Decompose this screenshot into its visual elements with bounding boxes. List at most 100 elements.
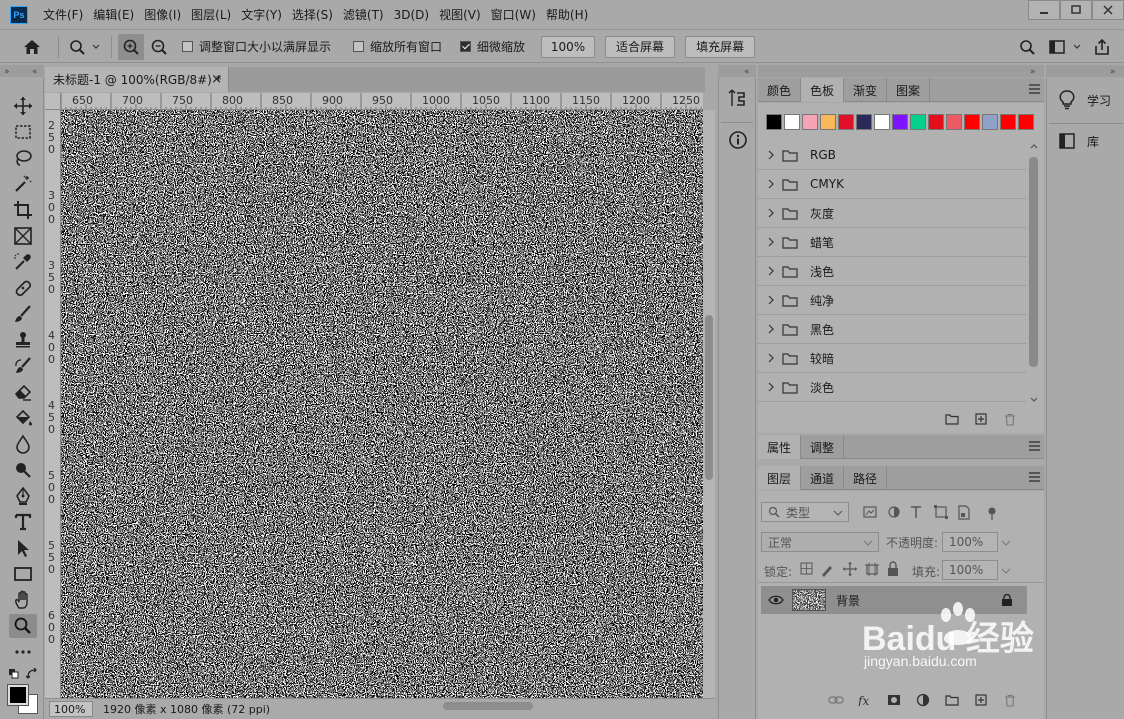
healing-brush-tool[interactable]: [9, 276, 37, 300]
brush-tool[interactable]: [9, 302, 37, 326]
tab-swatches[interactable]: 色板: [801, 78, 845, 102]
fill-field[interactable]: 100%: [942, 560, 1011, 580]
swatch-group-row[interactable]: 纯净: [758, 286, 1026, 315]
learn-panel-button[interactable]: 学习: [1047, 80, 1124, 120]
new-group-button[interactable]: [937, 413, 966, 425]
far-panel-collapse-strip[interactable]: »: [1046, 65, 1124, 77]
swatch-group-row[interactable]: RGB: [758, 141, 1026, 170]
tab-channels[interactable]: 通道: [801, 466, 845, 490]
swatches-scrollbar[interactable]: [1028, 141, 1040, 405]
blur-tool[interactable]: [9, 432, 37, 456]
color-swatch[interactable]: [802, 114, 818, 130]
tab-color[interactable]: 颜色: [758, 78, 802, 102]
edit-toolbar-button[interactable]: [9, 640, 37, 664]
menu-filter[interactable]: 滤镜(T): [338, 0, 389, 30]
paint-bucket-tool[interactable]: [9, 406, 37, 430]
opacity-field[interactable]: 100%: [942, 532, 1011, 552]
chevron-right-icon[interactable]: [766, 382, 776, 392]
minimize-button[interactable]: [1028, 0, 1060, 20]
search-button[interactable]: [1016, 34, 1038, 60]
menu-edit[interactable]: 编辑(E): [88, 0, 139, 30]
color-swatch[interactable]: [856, 114, 872, 130]
color-swatch[interactable]: [766, 114, 782, 130]
color-swatch[interactable]: [838, 114, 854, 130]
layer-style-button[interactable]: fx: [850, 694, 879, 706]
tab-layers[interactable]: 图层: [758, 466, 802, 490]
maximize-button[interactable]: [1060, 0, 1092, 20]
new-swatch-button[interactable]: [966, 413, 995, 425]
resize-windows-checkbox[interactable]: 调整窗口大小以满屏显示: [182, 38, 331, 55]
rectangle-tool[interactable]: [9, 562, 37, 586]
vertical-scrollbar[interactable]: [703, 110, 715, 698]
color-swatch[interactable]: [928, 114, 944, 130]
swatch-group-row[interactable]: 淡色: [758, 373, 1026, 402]
new-layer-button[interactable]: [966, 694, 995, 706]
magic-wand-tool[interactable]: [9, 172, 37, 196]
default-colors-button[interactable]: [8, 668, 20, 683]
marquee-tool[interactable]: [9, 120, 37, 144]
menu-file[interactable]: 文件(F): [38, 0, 88, 30]
tab-patterns[interactable]: 图案: [887, 78, 931, 102]
toolbar-collapse-strip[interactable]: » «: [0, 65, 44, 77]
swatch-group-row[interactable]: 较暗: [758, 344, 1026, 373]
zoom-percent-field[interactable]: 100%: [541, 35, 596, 58]
vertical-ruler[interactable]: 250 300 350 400 450 500 550 600: [45, 110, 61, 698]
document-tab[interactable]: 未标题-1 @ 100%(RGB/8#) * ×: [45, 67, 229, 92]
chevron-right-icon[interactable]: [766, 295, 776, 305]
chevron-right-icon[interactable]: [766, 179, 776, 189]
swap-colors-button[interactable]: [25, 667, 38, 683]
close-window-button[interactable]: [1092, 0, 1124, 20]
panel-menu-icon[interactable]: [1029, 472, 1040, 482]
panel-menu-icon[interactable]: [1029, 84, 1040, 94]
history-panel-button[interactable]: [728, 88, 748, 111]
fit-screen-button[interactable]: 适合屏幕: [605, 35, 676, 58]
panel-collapse-strip[interactable]: »: [758, 65, 1044, 77]
zoom-all-windows-checkbox[interactable]: 缩放所有窗口: [353, 38, 442, 55]
tab-properties[interactable]: 属性: [758, 435, 802, 459]
lock-icons[interactable]: [800, 561, 900, 577]
swatch-group-row[interactable]: 蜡笔: [758, 228, 1026, 257]
foreground-color-swatch[interactable]: [7, 684, 29, 706]
new-group-layer-button[interactable]: [937, 694, 966, 706]
chevron-right-icon[interactable]: [766, 237, 776, 247]
color-swatch[interactable]: [874, 114, 890, 130]
horizontal-scroll-thumb[interactable]: [443, 702, 533, 710]
zoom-out-button[interactable]: [146, 34, 172, 60]
color-swatch[interactable]: [820, 114, 836, 130]
swatch-group-row[interactable]: 灰度: [758, 199, 1026, 228]
hand-tool[interactable]: [9, 588, 37, 612]
color-swatch[interactable]: [1000, 114, 1016, 130]
scrubby-zoom-checkbox[interactable]: 细微缩放: [460, 38, 525, 55]
chevron-right-icon[interactable]: [766, 208, 776, 218]
color-swatch[interactable]: [946, 114, 962, 130]
info-panel-button[interactable]: [728, 130, 748, 153]
menu-type[interactable]: 文字(Y): [236, 0, 287, 30]
frame-tool[interactable]: [9, 224, 37, 248]
lasso-tool[interactable]: [9, 146, 37, 170]
tool-preset-picker[interactable]: [65, 34, 105, 60]
swatch-group-row[interactable]: CMYK: [758, 170, 1026, 199]
tab-adjustments[interactable]: 调整: [801, 435, 845, 459]
clone-stamp-tool[interactable]: [9, 328, 37, 352]
swatches-scroll-thumb[interactable]: [1029, 157, 1038, 367]
chevron-right-icon[interactable]: [766, 266, 776, 276]
link-layers-button[interactable]: [821, 695, 850, 705]
eyedropper-tool[interactable]: [9, 250, 37, 274]
document-info[interactable]: 1920 像素 x 1080 像素 (72 ppi): [103, 701, 270, 717]
swatch-group-row[interactable]: 浅色: [758, 257, 1026, 286]
menu-view[interactable]: 视图(V): [434, 0, 486, 30]
horizontal-ruler[interactable]: 650 700 750 800 850 900 950 1000 1050 11…: [61, 93, 703, 110]
color-swatch[interactable]: [982, 114, 998, 130]
delete-swatch-button[interactable]: [995, 413, 1024, 426]
zoom-tool[interactable]: [9, 614, 37, 638]
eye-icon[interactable]: [768, 594, 784, 606]
menu-window[interactable]: 窗口(W): [486, 0, 541, 30]
filter-type-icons[interactable]: [862, 504, 1002, 522]
menu-image[interactable]: 图像(I): [139, 0, 186, 30]
add-mask-button[interactable]: [879, 694, 908, 706]
menu-layer[interactable]: 图层(L): [186, 0, 236, 30]
path-selection-tool[interactable]: [9, 536, 37, 560]
move-tool[interactable]: [9, 94, 37, 118]
pen-tool[interactable]: [9, 484, 37, 508]
tab-gradients[interactable]: 渐变: [844, 78, 888, 102]
